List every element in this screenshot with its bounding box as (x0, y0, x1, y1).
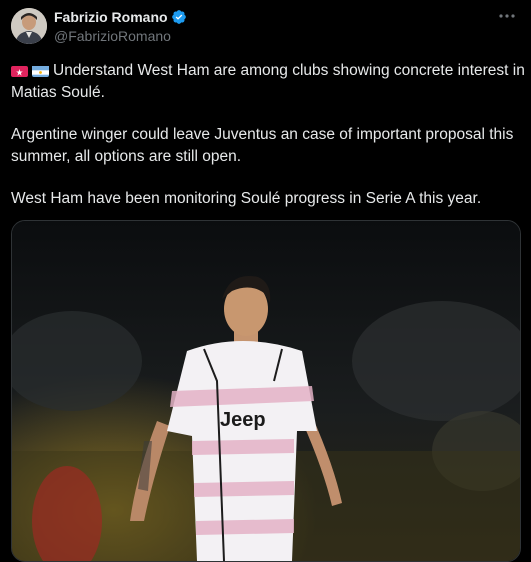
tweet-paragraph-2: Argentine winger could leave Juventus an… (11, 126, 514, 165)
author-handle[interactable]: @FabrizioRomano (54, 28, 171, 44)
tweet-paragraph-1: Understand West Ham are among clubs show… (11, 60, 526, 104)
avatar-photo-icon (11, 8, 47, 44)
author-display-name[interactable]: Fabrizio Romano (54, 9, 168, 25)
tweet-text: Understand West Ham are among clubs show… (11, 60, 526, 210)
tweet-paragraph-1-text: Understand West Ham are among clubs show… (11, 62, 525, 101)
more-dots-icon (499, 14, 515, 18)
author-avatar[interactable] (11, 8, 47, 44)
player-photo: Jeep (12, 221, 520, 561)
verified-badge-icon (171, 10, 186, 24)
tweet-card[interactable]: Fabrizio Romano @FabrizioRomano Understa… (0, 0, 531, 562)
argentina-flag-icon (32, 64, 49, 77)
siren-emoji-icon (11, 64, 28, 77)
more-options-icon[interactable] (497, 6, 517, 26)
author-name-row[interactable]: Fabrizio Romano (54, 9, 187, 25)
tweet-paragraph-3: West Ham have been monitoring Soulé prog… (11, 190, 482, 207)
jersey-sponsor-text: Jeep (220, 409, 266, 431)
tweet-media-photo[interactable]: Jeep (11, 220, 521, 562)
